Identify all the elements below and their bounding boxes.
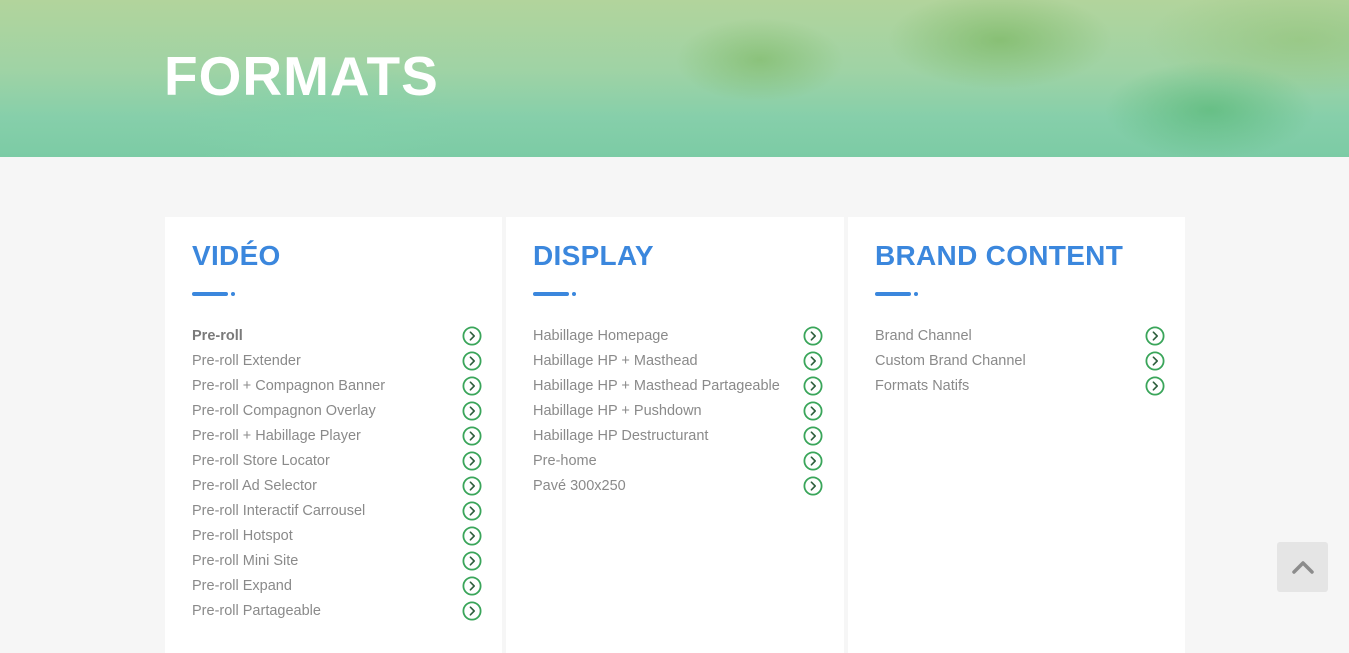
- format-list-item[interactable]: Pre-roll: [192, 323, 482, 348]
- format-link[interactable]: Pre-roll Expand: [192, 577, 292, 595]
- format-link[interactable]: Pre-roll + Habillage Player: [192, 427, 361, 445]
- chevron-right-circle-icon[interactable]: [803, 401, 823, 421]
- format-list: Pre-roll Pre-roll Extender Pre-roll + Comp…: [192, 323, 482, 623]
- format-link[interactable]: Pavé 300x250: [533, 477, 626, 495]
- format-list-item[interactable]: Habillage HP + Masthead: [533, 348, 823, 373]
- chevron-right-circle-icon[interactable]: [462, 326, 482, 346]
- chevron-right-circle-icon[interactable]: [803, 426, 823, 446]
- format-list-item[interactable]: Pavé 300x250: [533, 473, 823, 498]
- format-link[interactable]: Custom Brand Channel: [875, 352, 1026, 370]
- chevron-right-circle-icon[interactable]: [803, 451, 823, 471]
- scroll-to-top-button[interactable]: [1277, 542, 1328, 592]
- chevron-right-circle-icon[interactable]: [462, 476, 482, 496]
- column-title: VIDÉO: [192, 240, 281, 271]
- format-link[interactable]: Habillage HP Destructurant: [533, 427, 708, 445]
- chevron-right-circle-icon[interactable]: [803, 376, 823, 396]
- format-link[interactable]: Pre-roll Extender: [192, 352, 301, 370]
- chevron-right-circle-icon[interactable]: [462, 351, 482, 371]
- format-list-item[interactable]: Habillage HP Destructurant: [533, 423, 823, 448]
- title-underline: [192, 292, 237, 296]
- page-title: FORMATS: [164, 45, 439, 107]
- chevron-right-circle-icon[interactable]: [462, 451, 482, 471]
- column-brand-content: BRAND CONTENT Brand Channel Custom Brand …: [848, 217, 1185, 653]
- format-link[interactable]: Habillage HP + Masthead: [533, 352, 698, 370]
- format-link[interactable]: Pre-roll Interactif Carrousel: [192, 502, 365, 520]
- format-link[interactable]: Brand Channel: [875, 327, 972, 345]
- format-list-item[interactable]: Habillage HP + Pushdown: [533, 398, 823, 423]
- chevron-right-circle-icon[interactable]: [462, 576, 482, 596]
- format-columns: VIDÉO Pre-roll Pre-roll Extender Pre-roll …: [165, 217, 1185, 653]
- format-link[interactable]: Formats Natifs: [875, 377, 969, 395]
- format-list-item[interactable]: Pre-roll Ad Selector: [192, 473, 482, 498]
- chevron-right-circle-icon[interactable]: [462, 601, 482, 621]
- format-list-item[interactable]: Custom Brand Channel: [875, 348, 1165, 373]
- format-list-item[interactable]: Pre-roll + Habillage Player: [192, 423, 482, 448]
- format-list-item[interactable]: Brand Channel: [875, 323, 1165, 348]
- chevron-right-circle-icon[interactable]: [462, 501, 482, 521]
- format-list-item[interactable]: Pre-roll Interactif Carrousel: [192, 498, 482, 523]
- format-link[interactable]: Habillage HP + Pushdown: [533, 402, 702, 420]
- format-list-item[interactable]: Pre-roll Mini Site: [192, 548, 482, 573]
- format-link[interactable]: Pre-roll Hotspot: [192, 527, 293, 545]
- format-link[interactable]: Pre-roll: [192, 327, 243, 345]
- format-list-item[interactable]: Formats Natifs: [875, 373, 1165, 398]
- column-display: DISPLAY Habillage Homepage Habillage HP +…: [506, 217, 844, 653]
- format-link[interactable]: Habillage HP + Masthead Partageable: [533, 377, 780, 395]
- format-list: Brand Channel Custom Brand Channel Formats…: [875, 323, 1165, 398]
- column-title: BRAND CONTENT: [875, 240, 1124, 271]
- chevron-right-circle-icon[interactable]: [462, 551, 482, 571]
- column-video: VIDÉO Pre-roll Pre-roll Extender Pre-roll …: [165, 217, 502, 653]
- chevron-right-circle-icon[interactable]: [462, 526, 482, 546]
- hero-banner: FORMATS: [0, 0, 1349, 157]
- chevron-right-circle-icon[interactable]: [1145, 376, 1165, 396]
- column-title: DISPLAY: [533, 240, 654, 271]
- title-underline: [533, 292, 578, 296]
- format-list-item[interactable]: Pre-roll Expand: [192, 573, 482, 598]
- chevron-right-circle-icon[interactable]: [803, 326, 823, 346]
- format-link[interactable]: Pre-roll Ad Selector: [192, 477, 317, 495]
- format-link[interactable]: Pre-roll + Compagnon Banner: [192, 377, 385, 395]
- format-list: Habillage Homepage Habillage HP + Masthea…: [533, 323, 823, 498]
- chevron-right-circle-icon[interactable]: [462, 426, 482, 446]
- format-list-item[interactable]: Pre-roll Extender: [192, 348, 482, 373]
- format-link[interactable]: Pre-roll Mini Site: [192, 552, 298, 570]
- format-link[interactable]: Pre-home: [533, 452, 597, 470]
- chevron-right-circle-icon[interactable]: [462, 376, 482, 396]
- format-link[interactable]: Habillage Homepage: [533, 327, 668, 345]
- format-list-item[interactable]: Pre-roll Store Locator: [192, 448, 482, 473]
- format-list-item[interactable]: Habillage Homepage: [533, 323, 823, 348]
- chevron-right-circle-icon[interactable]: [1145, 351, 1165, 371]
- format-link[interactable]: Pre-roll Store Locator: [192, 452, 330, 470]
- chevron-right-circle-icon[interactable]: [1145, 326, 1165, 346]
- chevron-right-circle-icon[interactable]: [803, 351, 823, 371]
- chevron-right-circle-icon[interactable]: [803, 476, 823, 496]
- format-link[interactable]: Pre-roll Compagnon Overlay: [192, 402, 376, 420]
- format-list-item[interactable]: Pre-home: [533, 448, 823, 473]
- format-list-item[interactable]: Pre-roll Hotspot: [192, 523, 482, 548]
- chevron-right-circle-icon[interactable]: [462, 401, 482, 421]
- title-underline: [875, 292, 920, 296]
- format-list-item[interactable]: Habillage HP + Masthead Partageable: [533, 373, 823, 398]
- format-list-item[interactable]: Pre-roll Partageable: [192, 598, 482, 623]
- format-list-item[interactable]: Pre-roll Compagnon Overlay: [192, 398, 482, 423]
- format-link[interactable]: Pre-roll Partageable: [192, 602, 321, 620]
- chevron-up-icon: [1291, 561, 1314, 574]
- format-list-item[interactable]: Pre-roll + Compagnon Banner: [192, 373, 482, 398]
